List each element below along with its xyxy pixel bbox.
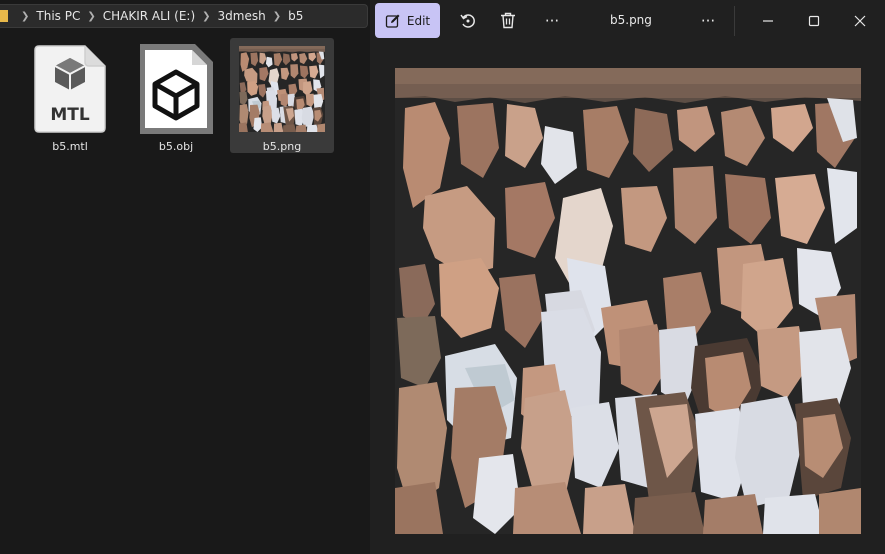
photo-viewer: Edit ··· b5.png ···	[370, 0, 885, 554]
edit-label: Edit	[406, 13, 431, 28]
breadcrumb-item-drive[interactable]: CHAKIR ALI (E:)	[103, 9, 195, 23]
folder-icon	[0, 10, 8, 22]
texture-image	[395, 68, 861, 534]
rotate-icon	[460, 13, 475, 28]
chevron-right-icon: ❯	[202, 10, 211, 22]
more-icon: ···	[700, 11, 716, 30]
breadcrumb-item-this-pc[interactable]: This PC	[36, 9, 80, 23]
file-list: MTL b5.mtl b5.obj b5.png	[18, 38, 336, 153]
see-more-button[interactable]: ···	[690, 3, 726, 38]
png-thumbnail	[239, 42, 325, 136]
image-canvas[interactable]	[395, 68, 861, 534]
edit-icon	[385, 14, 400, 28]
delete-icon	[501, 12, 515, 29]
close-icon	[854, 15, 866, 26]
mtl-badge-text: MTL	[50, 105, 90, 125]
more-options-button[interactable]: ···	[534, 3, 570, 38]
mtl-file-icon: MTL	[33, 42, 107, 136]
chevron-right-icon: ❯	[87, 10, 96, 22]
rotate-button[interactable]	[450, 3, 486, 38]
chevron-right-icon: ❯	[21, 10, 30, 22]
minimize-button[interactable]	[748, 3, 788, 38]
maximize-icon	[808, 15, 820, 26]
image-title: b5.png	[610, 13, 652, 27]
delete-button[interactable]	[490, 3, 526, 38]
file-name: b5.png	[262, 140, 302, 153]
file-item-b5-png[interactable]: b5.png	[230, 38, 334, 153]
edit-button[interactable]: Edit	[375, 3, 440, 38]
breadcrumb-item-3dmesh[interactable]: 3dmesh	[218, 9, 266, 23]
file-explorer: ❯ This PC ❯ CHAKIR ALI (E:) ❯ 3dmesh ❯ b…	[0, 0, 370, 554]
close-button[interactable]	[840, 3, 880, 38]
breadcrumb: ❯ This PC ❯ CHAKIR ALI (E:) ❯ 3dmesh ❯ b…	[0, 4, 368, 28]
obj-file-icon	[137, 42, 215, 136]
file-item-b5-mtl[interactable]: MTL b5.mtl	[18, 38, 122, 153]
more-icon: ···	[544, 11, 560, 30]
toolbar-divider	[734, 6, 735, 36]
file-item-b5-obj[interactable]: b5.obj	[124, 38, 228, 153]
chevron-right-icon: ❯	[272, 10, 282, 22]
viewer-toolbar: Edit ··· b5.png ···	[370, 0, 885, 42]
maximize-button[interactable]	[794, 3, 834, 38]
breadcrumb-item-b5[interactable]: b5	[288, 9, 303, 23]
file-name: b5.mtl	[52, 140, 88, 153]
minimize-icon	[763, 19, 773, 22]
file-name: b5.obj	[158, 140, 194, 153]
